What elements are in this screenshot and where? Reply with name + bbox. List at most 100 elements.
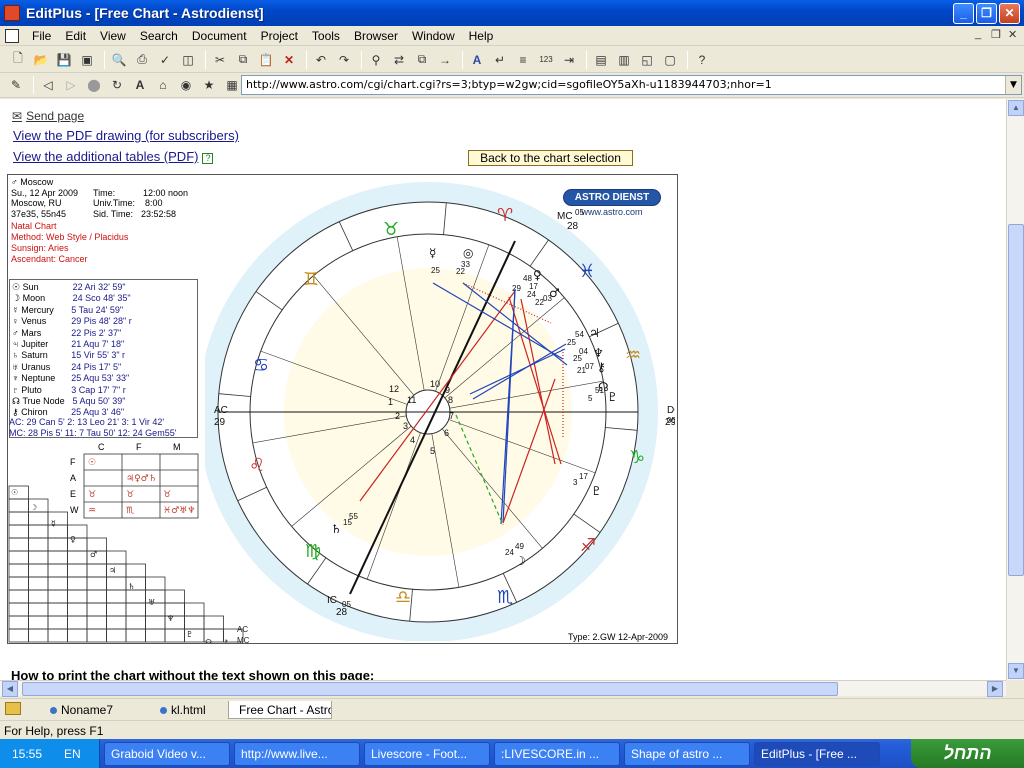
vertical-scroll-thumb[interactable] bbox=[1008, 224, 1024, 576]
favorites-icon[interactable]: ★ bbox=[199, 75, 219, 95]
pen-icon[interactable]: ✎ bbox=[6, 75, 26, 95]
delete-icon[interactable]: ✕ bbox=[279, 50, 299, 70]
font-size-icon[interactable]: A bbox=[130, 75, 150, 95]
forward-icon[interactable]: ▷ bbox=[61, 75, 81, 95]
pdf-drawing-link[interactable]: View the PDF drawing (for subscribers) bbox=[13, 128, 239, 143]
menu-browser[interactable]: Browser bbox=[347, 29, 405, 43]
spell-check-icon[interactable]: ✓ bbox=[155, 50, 175, 70]
mdi-minimize-button[interactable]: _ bbox=[975, 28, 981, 40]
tab-free-chart[interactable]: Free Chart - Astro bbox=[228, 701, 332, 719]
taskbar-item-shape-of-astro[interactable]: Shape of astro ... bbox=[624, 741, 750, 766]
mdi-restore-button[interactable]: ❐ bbox=[991, 28, 1001, 41]
clock[interactable]: 15:55 bbox=[12, 747, 42, 761]
close-button[interactable]: ✕ bbox=[999, 2, 1020, 24]
find-icon[interactable]: ⚲ bbox=[366, 50, 386, 70]
send-page-label: Send page bbox=[26, 109, 85, 123]
save-all-icon[interactable]: ▣ bbox=[77, 50, 97, 70]
scorpio-glyph-icon: ♏ bbox=[497, 587, 513, 608]
globe-icon[interactable]: ◉ bbox=[176, 75, 196, 95]
language-indicator[interactable]: EN bbox=[64, 747, 81, 761]
refresh-icon[interactable]: ↻ bbox=[107, 75, 127, 95]
planet-name: Saturn bbox=[21, 350, 48, 361]
taskbar-item-livescore-in[interactable]: :LIVESCORE.in ... bbox=[494, 741, 620, 766]
document-icon[interactable] bbox=[5, 28, 19, 43]
taskbar-item-live[interactable]: http://www.live... bbox=[234, 741, 360, 766]
redo-icon[interactable]: ↷ bbox=[334, 50, 354, 70]
goto-icon[interactable]: → bbox=[435, 50, 455, 70]
line-number-icon[interactable]: 123 bbox=[536, 50, 556, 70]
menu-tools[interactable]: Tools bbox=[305, 29, 347, 43]
open-file-icon[interactable]: 📂 bbox=[31, 50, 51, 70]
replace-icon[interactable]: ⇄ bbox=[389, 50, 409, 70]
home-icon[interactable]: ⌂ bbox=[153, 75, 173, 95]
tab-noname7[interactable]: Noname7 bbox=[44, 701, 119, 719]
svg-text:25: 25 bbox=[567, 338, 576, 347]
save-icon[interactable]: 💾 bbox=[54, 50, 74, 70]
print-icon[interactable]: ⎙ bbox=[132, 50, 152, 70]
app-icon[interactable] bbox=[4, 5, 20, 21]
vertical-scrollbar[interactable]: ▲ ▼ bbox=[1006, 99, 1024, 680]
element-row-w: W bbox=[70, 505, 79, 515]
menu-help[interactable]: Help bbox=[462, 29, 501, 43]
indent-icon[interactable]: ⇥ bbox=[559, 50, 579, 70]
menu-search[interactable]: Search bbox=[133, 29, 185, 43]
horizontal-scrollbar[interactable]: ◀ ▶ bbox=[0, 680, 1006, 697]
browser-mode-icon[interactable]: ◱ bbox=[637, 50, 657, 70]
undo-icon[interactable]: ↶ bbox=[311, 50, 331, 70]
font-icon[interactable]: A bbox=[467, 50, 487, 70]
print-preview-icon[interactable]: 🔍 bbox=[109, 50, 129, 70]
start-button[interactable]: התחל bbox=[911, 739, 1024, 768]
menu-project[interactable]: Project bbox=[254, 29, 305, 43]
minimize-button[interactable]: _ bbox=[953, 2, 974, 24]
planet-name: Neptune bbox=[21, 373, 56, 384]
output-window-icon[interactable]: ▥ bbox=[614, 50, 634, 70]
chart-method: Method: Web Style / Placidus bbox=[11, 232, 129, 242]
scroll-up-icon[interactable]: ▲ bbox=[1008, 100, 1024, 116]
help-icon[interactable]: ? bbox=[202, 153, 214, 164]
scroll-left-icon[interactable]: ◀ bbox=[2, 681, 18, 697]
planet-position: 25 Aqu 53' 33" bbox=[71, 373, 130, 384]
address-field[interactable]: http://www.astro.com/cgi/chart.cgi?rs=3;… bbox=[241, 75, 1022, 95]
menu-file[interactable]: File bbox=[25, 29, 58, 43]
folder-icon[interactable] bbox=[5, 702, 21, 715]
paste-icon[interactable]: 📋 bbox=[256, 50, 276, 70]
chart-location: Moscow bbox=[20, 177, 54, 187]
back-icon[interactable]: ◁ bbox=[38, 75, 58, 95]
menu-window[interactable]: Window bbox=[405, 29, 462, 43]
word-wrap-icon[interactable]: ↵ bbox=[490, 50, 510, 70]
svg-text:♒: ♒ bbox=[88, 506, 96, 516]
cut-icon[interactable]: ✂ bbox=[210, 50, 230, 70]
horizontal-scroll-thumb[interactable] bbox=[22, 682, 838, 696]
new-file-icon[interactable]: 🗋 bbox=[8, 50, 28, 70]
restore-button[interactable]: ❐ bbox=[976, 2, 997, 24]
element-col-c: C bbox=[98, 442, 105, 452]
fullscreen-icon[interactable]: ▢ bbox=[660, 50, 680, 70]
chart-natal: Natal Chart bbox=[11, 221, 57, 231]
history-icon[interactable]: ▦ bbox=[222, 75, 242, 95]
planet-position: 24 Pis 17' 5" bbox=[71, 361, 122, 372]
tab-kl-html[interactable]: kl.html bbox=[154, 701, 212, 719]
stop-icon[interactable]: ⬤ bbox=[84, 75, 104, 95]
additional-tables-link[interactable]: View the additional tables (PDF)? bbox=[13, 149, 214, 164]
html-preview-icon[interactable]: ◫ bbox=[178, 50, 198, 70]
taskbar-item-graboid[interactable]: Graboid Video v... bbox=[104, 741, 230, 766]
svg-text:07: 07 bbox=[585, 362, 594, 371]
copy-icon[interactable]: ⧉ bbox=[233, 50, 253, 70]
context-help-icon[interactable]: ? bbox=[692, 50, 712, 70]
find-in-files-icon[interactable]: ⧉ bbox=[412, 50, 432, 70]
menu-document[interactable]: Document bbox=[185, 29, 254, 43]
taskbar-item-livescore[interactable]: Livescore - Foot... bbox=[364, 741, 490, 766]
menu-view[interactable]: View bbox=[93, 29, 133, 43]
ruler-icon[interactable]: ≡ bbox=[513, 50, 533, 70]
taskbar-item-editplus[interactable]: EditPlus - [Free ... bbox=[754, 741, 880, 766]
scroll-down-icon[interactable]: ▼ bbox=[1008, 663, 1024, 679]
address-dropdown-icon[interactable]: ▼ bbox=[1005, 76, 1021, 94]
back-to-chart-selection-button[interactable]: Back to the chart selection bbox=[468, 150, 633, 166]
svg-text:1: 1 bbox=[388, 397, 393, 407]
menu-edit[interactable]: Edit bbox=[58, 29, 93, 43]
send-page-link[interactable]: ✉ Send page bbox=[12, 109, 84, 123]
svg-text:24: 24 bbox=[505, 548, 514, 557]
scroll-right-icon[interactable]: ▶ bbox=[987, 681, 1003, 697]
directory-window-icon[interactable]: ▤ bbox=[591, 50, 611, 70]
mdi-close-button[interactable]: ✕ bbox=[1008, 28, 1017, 41]
